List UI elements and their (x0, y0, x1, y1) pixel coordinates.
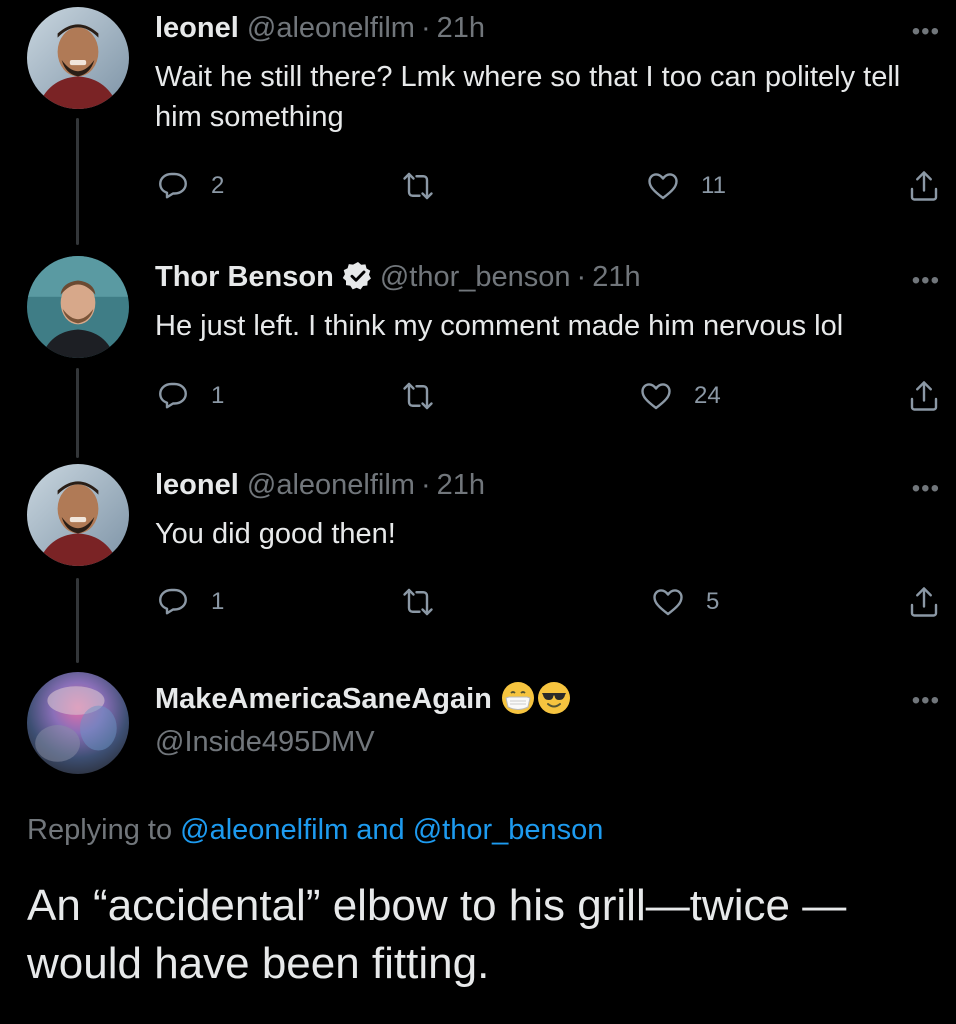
reply-count: 1 (211, 382, 225, 409)
tweet-actions: 1 24 (155, 376, 942, 416)
more-options-button[interactable]: ••• (912, 689, 940, 713)
more-options-button[interactable]: ••• (912, 269, 940, 293)
tweet-text: You did good then! (155, 518, 396, 550)
replying-to-users-link[interactable]: @aleonelfilm and @thor_benson (180, 814, 603, 846)
more-options-button[interactable]: ••• (912, 20, 940, 44)
reply-icon (159, 172, 187, 199)
reply-button[interactable]: 1 (155, 376, 224, 416)
user-handle[interactable]: @aleonelfilm (247, 469, 415, 501)
share-button[interactable] (906, 166, 942, 206)
display-name[interactable]: MakeAmericaSaneAgain (155, 683, 492, 715)
share-icon (910, 587, 938, 617)
reply-button[interactable]: 2 (155, 166, 224, 206)
separator-dot: · (420, 469, 431, 501)
more-options-button[interactable]: ••• (912, 477, 940, 501)
thread-connector (76, 118, 79, 245)
tweet-header: MakeAmericaSaneAgain (155, 680, 896, 724)
retweet-icon (403, 172, 433, 200)
reply-count: 1 (211, 588, 225, 615)
avatar[interactable] (27, 7, 129, 109)
timestamp[interactable]: 21h (592, 261, 640, 293)
tweet-header: leonel @aleonelfilm · 21h (155, 468, 896, 502)
tweet-header: @Inside495DMV (155, 725, 896, 759)
mask-face-emoji (500, 680, 536, 724)
avatar[interactable] (27, 464, 129, 566)
display-name[interactable]: leonel (155, 469, 239, 501)
like-count: 11 (701, 172, 726, 199)
sunglasses-face-emoji (536, 680, 572, 724)
thread-connector (76, 368, 79, 458)
main-tweet-text: An “accidental” elbow to his grill—twice… (27, 881, 847, 988)
retweet-button[interactable] (400, 376, 456, 416)
heart-icon (648, 173, 678, 200)
user-handle[interactable]: @thor_benson (380, 261, 571, 293)
like-button[interactable]: 5 (650, 582, 719, 622)
retweet-button[interactable] (400, 582, 456, 622)
display-name[interactable]: Thor Benson (155, 261, 334, 293)
tweet-header: leonel @aleonelfilm · 21h (155, 11, 896, 45)
retweet-button[interactable] (400, 166, 456, 206)
tweet-text: Wait he still there? Lmk where so that I… (155, 61, 901, 133)
timestamp[interactable]: 21h (437, 469, 485, 501)
retweet-icon (403, 588, 433, 616)
heart-icon (653, 589, 683, 616)
timestamp[interactable]: 21h (437, 12, 485, 44)
avatar[interactable] (27, 256, 129, 358)
user-handle[interactable]: @Inside495DMV (155, 726, 375, 758)
tweet-thread: leonel @aleonelfilm · 21h ••• Wait he stil… (0, 0, 956, 1024)
user-handle[interactable]: @aleonelfilm (247, 12, 415, 44)
reply-icon (159, 588, 187, 615)
reply-count: 2 (211, 172, 225, 199)
separator-dot: · (420, 12, 431, 44)
separator-dot: · (576, 261, 587, 293)
tweet-text: He just left. I think my comment made hi… (155, 310, 844, 342)
share-button[interactable] (906, 376, 942, 416)
replying-to-line: Replying to @aleonelfilm and @thor_benso… (27, 810, 603, 850)
tweet-header: Thor Benson @thor_benson · 21h (155, 260, 896, 300)
reply-button[interactable]: 1 (155, 582, 224, 622)
replying-prefix: Replying to (27, 814, 173, 846)
tweet-actions: 1 5 (155, 582, 942, 622)
share-icon (910, 381, 938, 411)
retweet-icon (403, 382, 433, 410)
like-count: 24 (694, 382, 721, 409)
display-name[interactable]: leonel (155, 12, 239, 44)
like-button[interactable]: 24 (638, 376, 721, 416)
like-count: 5 (706, 588, 720, 615)
verified-badge-icon (342, 260, 374, 300)
share-icon (910, 171, 938, 201)
heart-icon (641, 383, 671, 410)
avatar[interactable] (27, 672, 129, 774)
tweet-actions: 2 11 (155, 166, 942, 206)
reply-icon (159, 382, 187, 409)
like-button[interactable]: 11 (645, 166, 726, 206)
thread-connector (76, 578, 79, 663)
share-button[interactable] (906, 582, 942, 622)
